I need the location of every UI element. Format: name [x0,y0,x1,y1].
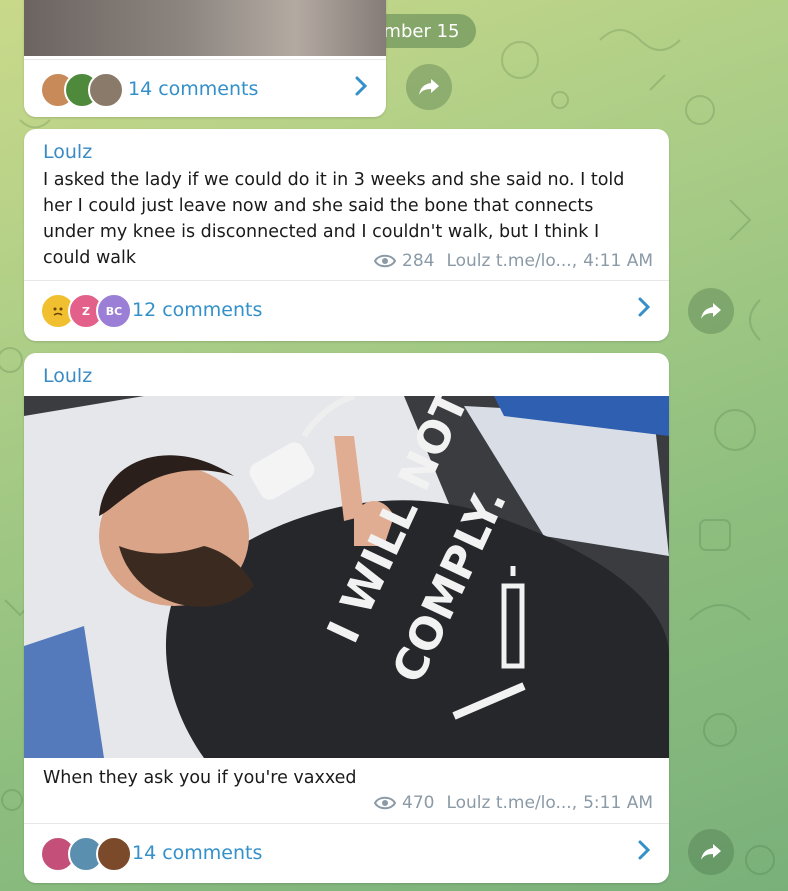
commenter-avatars [40,835,136,872]
avatar [88,72,124,108]
view-count: 470 [402,793,435,813]
chevron-right-icon[interactable] [637,839,651,867]
share-icon [419,79,439,95]
share-button[interactable] [406,64,452,110]
post-signature: Loulz t.me/lo..., [446,793,578,813]
view-count: 284 [402,251,435,271]
avatar [96,836,132,872]
comments-row[interactable]: 14 comments [24,59,386,117]
post-card-2: Loulz I asked the lady if we could do it… [24,129,669,341]
chevron-right-icon[interactable] [354,75,368,103]
commenter-avatars [40,71,136,108]
post-photo[interactable]: I WILL NOT COMPLY. [24,396,669,758]
comments-link[interactable]: 14 comments [128,78,258,100]
eye-icon [374,796,396,810]
comments-link[interactable]: 14 comments [132,842,262,864]
share-button[interactable] [688,829,734,875]
post-meta: 284 Loulz t.me/lo..., 4:11 AM [374,251,653,271]
photo-illustration: I WILL NOT COMPLY. [24,396,669,758]
post-author[interactable]: Loulz [43,141,92,163]
post-image[interactable] [24,0,386,56]
post-caption: When they ask you if you're vaxxed [43,768,357,788]
post-time: 5:11 AM [583,793,653,813]
post-signature: Loulz t.me/lo..., [446,251,578,271]
commenter-avatars: Z BC [40,292,136,329]
comments-row[interactable]: 14 comments [24,823,669,882]
share-button[interactable] [688,288,734,334]
post-card-1: 14 comments [24,0,386,117]
post-card-3: Loulz I WILL NOT COMPLY. When they ask y… [24,353,669,883]
post-author[interactable]: Loulz [43,365,92,387]
eye-icon [374,254,396,268]
comments-row[interactable]: Z BC 12 comments [24,280,669,339]
comments-link[interactable]: 12 comments [132,299,262,321]
share-icon [701,303,721,319]
post-time: 4:11 AM [583,251,653,271]
chevron-right-icon[interactable] [637,296,651,324]
share-icon [701,844,721,860]
avatar: BC [96,293,132,329]
post-meta: 470 Loulz t.me/lo..., 5:11 AM [374,793,653,813]
